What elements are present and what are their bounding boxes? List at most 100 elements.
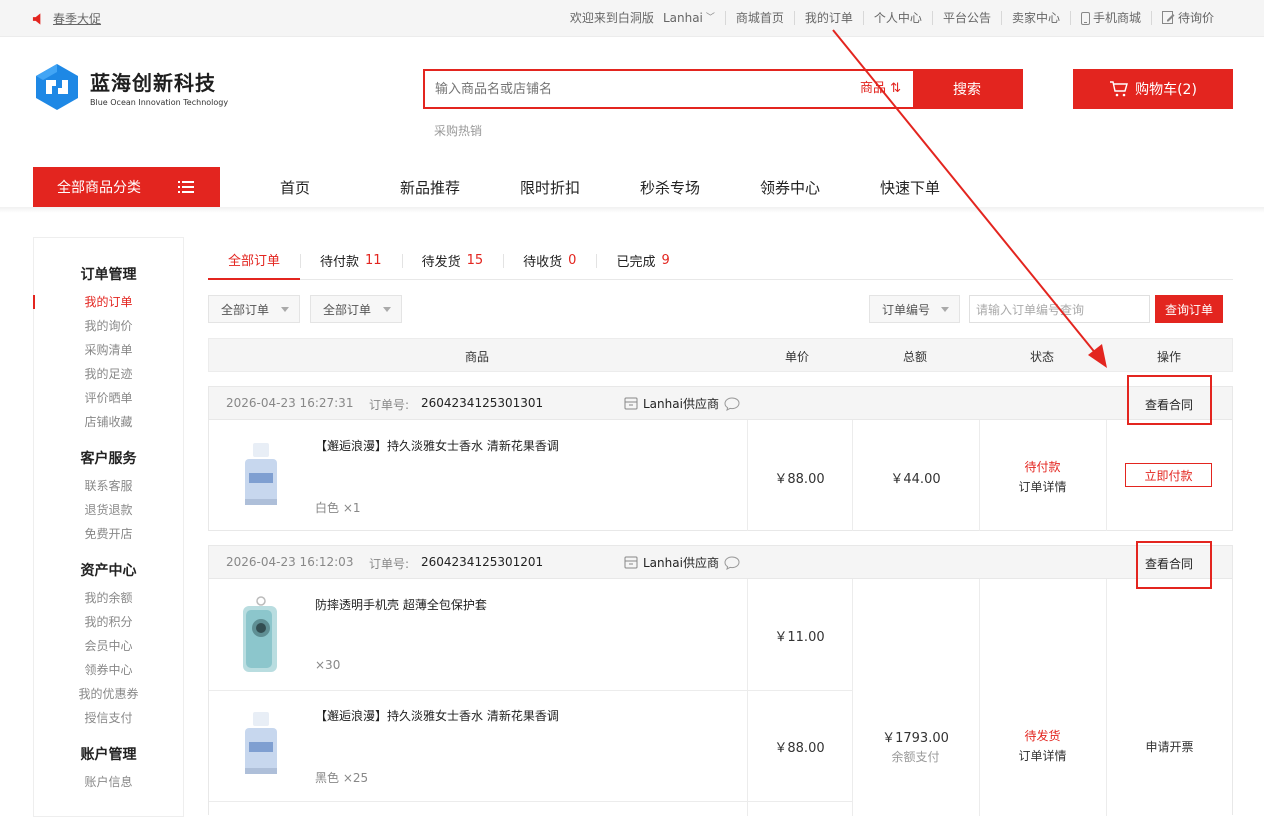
product-spec: 白色 ×1 xyxy=(315,501,361,515)
search-field-select[interactable]: 订单编号 xyxy=(869,295,960,323)
sidebar-group-title: 资产中心 xyxy=(80,563,137,579)
sidebar-item-my-orders[interactable]: 我的订单 xyxy=(33,290,183,314)
mobile-mall-label: 手机商城 xyxy=(1092,11,1141,25)
link-my-orders[interactable]: 我的订单 xyxy=(793,11,863,25)
tab-pending-shipment[interactable]: 待发货 15 xyxy=(401,241,504,280)
product-name[interactable]: 【邂逅浪漫】持久淡雅女士香水 清新花果香调 xyxy=(315,707,559,724)
shop-link[interactable]: Lanhai供应商 xyxy=(624,554,740,571)
order-status: 待付款 xyxy=(1024,460,1061,474)
order-number-label: 订单号: xyxy=(369,557,410,571)
order-number: 2604234125301201 xyxy=(421,555,544,569)
order-time: 2026-04-23 16:12:03 xyxy=(226,555,354,569)
nav-flash-sale[interactable]: 秒杀专场 xyxy=(628,177,748,198)
product-name[interactable]: 防摔透明手机壳 超薄全包保护套 xyxy=(315,596,487,613)
order-detail-link[interactable]: 订单详情 xyxy=(979,747,1106,764)
hot-search-link[interactable]: 采购热销 xyxy=(434,122,482,139)
order-header: 2026-04-23 16:27:31 订单号: 260423412530130… xyxy=(209,387,1232,420)
tab-completed[interactable]: 已完成 9 xyxy=(596,241,689,280)
sidebar-item-my-inquiries[interactable]: 我的询价 xyxy=(34,314,183,338)
sidebar-item-returns[interactable]: 退货退款 xyxy=(34,498,183,522)
nav-coupon-center[interactable]: 领券中心 xyxy=(748,177,868,198)
menu-icon xyxy=(178,181,194,193)
order-total: ￥44.00 xyxy=(890,472,941,487)
order-detail-link[interactable]: 订单详情 xyxy=(979,478,1106,495)
request-invoice-link[interactable]: 申请开票 xyxy=(1106,738,1233,755)
link-seller-center[interactable]: 卖家中心 xyxy=(1000,11,1070,25)
tab-count: 9 xyxy=(661,253,670,268)
nav-new-products[interactable]: 新品推荐 xyxy=(388,177,508,198)
sidebar-item-shop-favorites[interactable]: 店铺收藏 xyxy=(34,410,183,434)
order-card: 2026-04-23 16:12:03 订单号: 260423412530120… xyxy=(208,545,1233,816)
site-logo[interactable]: 蓝海创新科技 Blue Ocean Innovation Technology xyxy=(32,62,228,112)
chat-icon[interactable] xyxy=(724,396,740,411)
col-status: 状态 xyxy=(1030,350,1055,364)
sidebar-item-account-info[interactable]: 账户信息 xyxy=(34,770,183,794)
sidebar-item-balance[interactable]: 我的余额 xyxy=(34,586,183,610)
order-status-select[interactable]: 全部订单 xyxy=(310,295,402,323)
logo-subtitle: Blue Ocean Innovation Technology xyxy=(90,98,229,107)
query-orders-button[interactable]: 查询订单 xyxy=(1155,295,1223,323)
phone-case-product-image[interactable] xyxy=(237,596,283,676)
pay-now-button[interactable]: 立即付款 xyxy=(1125,463,1212,487)
link-pending-inquiry[interactable]: 待询价 xyxy=(1150,11,1224,25)
shop-name: Lanhai供应商 xyxy=(643,556,719,570)
sidebar-item-contact-service[interactable]: 联系客服 xyxy=(34,474,183,498)
dropdown-arrow-icon xyxy=(281,307,289,312)
sidebar-item-coupon-center[interactable]: 领券中心 xyxy=(34,658,183,682)
shop-link[interactable]: Lanhai供应商 xyxy=(624,395,740,412)
column-divider xyxy=(979,420,980,531)
sidebar-item-points[interactable]: 我的积分 xyxy=(34,610,183,634)
sidebar-item-credit-pay[interactable]: 授信支付 xyxy=(34,706,183,730)
promo-link[interactable]: 春季大促 xyxy=(32,10,101,27)
tab-count: 15 xyxy=(466,253,484,268)
sidebar-item-my-coupons[interactable]: 我的优惠券 xyxy=(34,682,183,706)
perfume-product-image[interactable] xyxy=(239,708,283,780)
highlight-box xyxy=(1127,375,1212,425)
order-number-input[interactable]: 请输入订单编号查询 xyxy=(969,295,1150,323)
tab-count: 11 xyxy=(365,253,382,268)
tab-label: 已完成 xyxy=(616,255,656,270)
sidebar-item-open-shop[interactable]: 免费开店 xyxy=(34,522,183,546)
search-button[interactable]: 搜索 xyxy=(913,71,1021,107)
all-categories-button[interactable]: 全部商品分类 xyxy=(33,167,220,207)
tab-pending-payment[interactable]: 待付款 11 xyxy=(300,241,402,280)
nav-quick-order[interactable]: 快速下单 xyxy=(868,177,988,198)
product-name[interactable]: 【邂逅浪漫】持久淡雅女士香水 清新花果香调 xyxy=(315,437,559,454)
sidebar-group-assets: 资产中心 我的余额 我的积分 会员中心 领券中心 我的优惠券 授信支付 xyxy=(34,560,183,730)
sidebar-item-purchase-list[interactable]: 采购清单 xyxy=(34,338,183,362)
edit-doc-icon xyxy=(1161,11,1175,24)
perfume-product-image[interactable] xyxy=(239,439,283,511)
search-input[interactable] xyxy=(425,71,860,107)
tab-pending-receipt[interactable]: 待收货 0 xyxy=(503,241,596,280)
sidebar-group-orders: 订单管理 我的订单 我的询价 采购清单 我的足迹 评价晒单 店铺收藏 xyxy=(33,264,183,434)
sidebar-item-reviews[interactable]: 评价晒单 xyxy=(34,386,183,410)
col-unit-price: 单价 xyxy=(785,350,810,364)
link-announcements[interactable]: 平台公告 xyxy=(931,11,1001,25)
chat-icon[interactable] xyxy=(724,555,740,570)
sidebar-item-footprints[interactable]: 我的足迹 xyxy=(34,362,183,386)
welcome-user[interactable]: 欢迎来到白洞版 Lanhai ﹀ xyxy=(560,11,725,25)
link-mobile-mall[interactable]: 手机商城 xyxy=(1069,11,1151,25)
col-total: 总额 xyxy=(903,350,928,364)
unit-price: ￥88.00 xyxy=(774,741,825,756)
order-time: 2026-04-23 16:27:31 xyxy=(226,396,354,410)
nav-limited-discount[interactable]: 限时折扣 xyxy=(508,177,628,198)
logo-icon xyxy=(36,64,78,110)
nav-home[interactable]: 首页 xyxy=(268,177,388,198)
cart-button[interactable]: 购物车(2) xyxy=(1073,69,1233,109)
dropdown-arrow-icon xyxy=(941,307,949,312)
sidebar-item-membership[interactable]: 会员中心 xyxy=(34,634,183,658)
order-type-select[interactable]: 全部订单 xyxy=(208,295,300,323)
search-scope-toggle[interactable]: 商品 ⇅ xyxy=(860,71,913,107)
link-personal-center[interactable]: 个人中心 xyxy=(862,11,932,25)
order-number: 2604234125301301 xyxy=(421,396,544,410)
tab-all-orders[interactable]: 全部订单 xyxy=(208,241,301,280)
payment-method: 余额支付 xyxy=(891,750,940,764)
column-divider xyxy=(852,579,853,816)
top-bar: 春季大促 欢迎来到白洞版 Lanhai ﹀ 商城首页 我的订单 个人中心 平台公… xyxy=(0,0,1264,37)
link-mall-home[interactable]: 商城首页 xyxy=(724,11,794,25)
column-divider xyxy=(1106,579,1107,816)
all-categories-label: 全部商品分类 xyxy=(57,180,141,196)
item-divider xyxy=(209,690,852,691)
order-status: 待发货 xyxy=(1024,729,1061,743)
